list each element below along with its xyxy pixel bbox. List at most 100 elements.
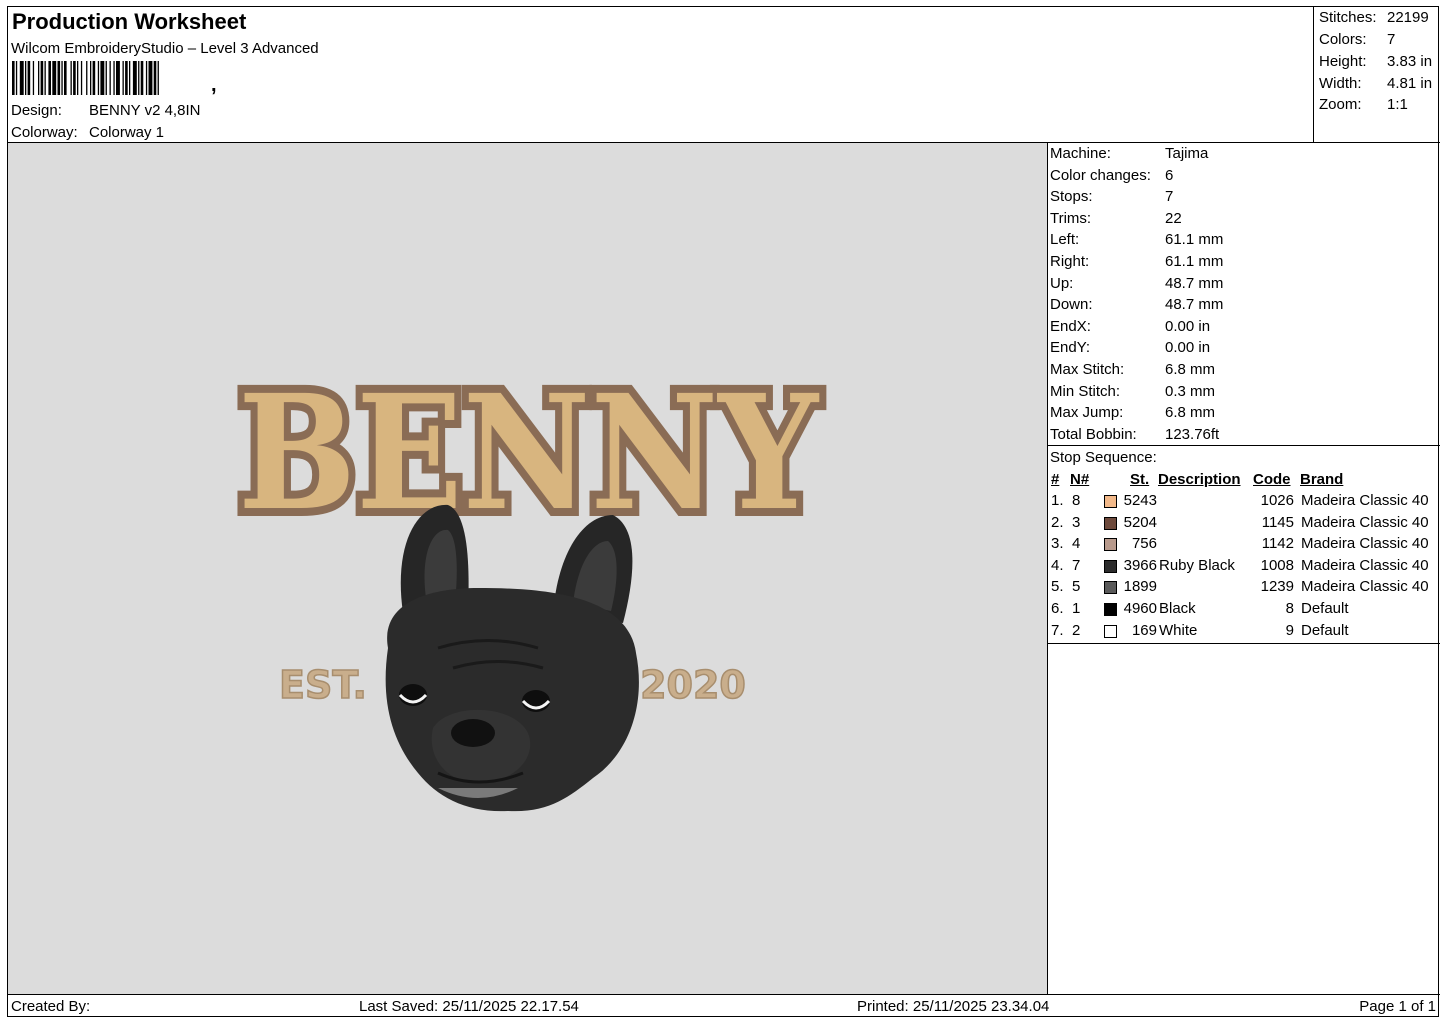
summary-value: 1:1: [1387, 96, 1408, 113]
detail-label: Stops:: [1050, 188, 1093, 206]
detail-row: EndY: 0.00 in: [1050, 339, 1210, 356]
colorway-label: Colorway:: [11, 124, 78, 141]
summary-value: 3.83 in: [1387, 53, 1433, 70]
design-label: Design:: [11, 102, 62, 119]
colorway-value: Colorway 1: [89, 124, 165, 141]
stop-number: 5.: [1051, 578, 1064, 596]
summary-label: Stitches:: [1319, 9, 1377, 26]
detail-value: 123.76ft: [1165, 425, 1220, 443]
year-text: 2020: [640, 663, 746, 707]
color-swatch: [1104, 581, 1117, 595]
detail-label: Machine:: [1050, 145, 1111, 162]
detail-row: Max Stitch: 6.8 mm: [1050, 361, 1215, 378]
created-by: Created By:: [11, 998, 91, 1015]
color-swatch: [1104, 603, 1117, 616]
detail-label: Min Stitch:: [1050, 382, 1121, 400]
stop-number: 1.: [1051, 492, 1064, 509]
detail-row: Machine: Tajima: [1050, 145, 1208, 162]
summary-label: Width:: [1319, 75, 1362, 92]
detail-label: EndX:: [1050, 317, 1091, 335]
stitch-count: 1899: [1123, 578, 1157, 596]
detail-row: Down: 48.7 mm: [1050, 296, 1223, 313]
thread-code: 8: [1285, 600, 1294, 617]
summary-value: 4.81 in: [1387, 75, 1433, 92]
thread-code: 1239: [1260, 578, 1294, 596]
thread-code: 1145: [1261, 513, 1294, 531]
software-name: Wilcom EmbroideryStudio – Level 3 Advanc…: [11, 40, 319, 57]
stop-row: 7. 2 169 White 9 Default: [1048, 622, 1440, 644]
stitch-count: 5204: [1123, 513, 1157, 531]
detail-label: Max Jump:: [1050, 404, 1124, 422]
page-title: Production Worksheet: [12, 9, 247, 34]
detail-row: Stops: 7: [1050, 188, 1173, 205]
stitch-count: 4960: [1123, 600, 1157, 617]
detail-value: 48.7 mm: [1165, 274, 1224, 292]
detail-value: Tajima: [1165, 145, 1209, 162]
stop-row: 4. 7 3966 Ruby Black 1008 Madeira Classic 40: [1048, 557, 1440, 579]
production-worksheet: Production Worksheet Wilcom EmbroiderySt…: [7, 6, 1440, 1018]
thread-code: 1008: [1260, 556, 1294, 574]
thread-brand: Madeira Classic 40: [1301, 513, 1429, 531]
page-number: Page 1 of 1: [1359, 998, 1436, 1015]
stitch-count: 169: [1131, 621, 1157, 639]
color-swatch: [1104, 495, 1117, 508]
stitch-count: 3966: [1123, 556, 1157, 574]
needle-number: 2: [1072, 621, 1081, 639]
detail-value: 61.1 mm: [1165, 231, 1224, 249]
detail-label: Color changes:: [1050, 166, 1151, 184]
detail-label: Up:: [1050, 274, 1074, 292]
detail-row: Up: 48.7 mm: [1050, 275, 1223, 292]
detail-label: EndY:: [1050, 339, 1091, 357]
stop-number: 2.: [1051, 513, 1064, 531]
color-swatch: [1104, 624, 1117, 638]
thread-code: 9: [1285, 621, 1294, 639]
needle-number: 7: [1072, 556, 1081, 574]
design-row: Design: BENNY v2 4,8IN: [11, 102, 200, 119]
stop-number: 4.: [1051, 556, 1064, 574]
stop-sequence-title: Stop Sequence:: [1050, 449, 1157, 466]
name-lettering: BENNY BENNY: [230, 353, 828, 554]
detail-row: Color changes: 6: [1050, 167, 1173, 184]
colorway-row: Colorway: Colorway 1: [11, 124, 164, 141]
stop-row: 5. 5 1899 1239 Madeira Classic 40: [1048, 578, 1440, 600]
worksheet-header: Production Worksheet Wilcom EmbroiderySt…: [8, 7, 1314, 143]
summary-row: Height: 3.83 in: [1319, 53, 1439, 70]
nose: [451, 719, 495, 747]
machine-details-panel: Machine: Tajima Color changes: 6 Stops: 7 Trim…: [1048, 143, 1440, 446]
detail-row: Max Jump: 6.8 mm: [1050, 404, 1215, 421]
stop-number: 6.: [1051, 600, 1064, 617]
thread-description: Black: [1159, 600, 1196, 617]
svg-text:,: ,: [211, 74, 217, 95]
detail-row: Left: 61.1 mm: [1050, 231, 1223, 248]
detail-row: Total Bobbin: 123.76ft: [1050, 426, 1219, 443]
detail-row: Right: 61.1 mm: [1050, 253, 1223, 270]
stop-number: 7.: [1051, 621, 1064, 639]
summary-row: Zoom: 1:1: [1319, 96, 1439, 113]
detail-value: 6: [1165, 166, 1174, 184]
col-header-num: #: [1051, 471, 1060, 488]
barcode-image: ,: [12, 61, 217, 95]
detail-label: Total Bobbin:: [1050, 425, 1137, 443]
est-text: EST.: [279, 663, 367, 707]
thread-brand: Madeira Classic 40: [1301, 535, 1429, 553]
color-swatch: [1104, 516, 1117, 530]
col-header-description: Description: [1158, 471, 1241, 488]
printed-date: Printed: 25/11/2025 23.34.04: [857, 998, 1050, 1015]
detail-value: 6.8 mm: [1165, 361, 1216, 378]
detail-value: 0.00 in: [1165, 317, 1211, 335]
color-swatch: [1104, 538, 1117, 552]
stop-number: 3.: [1051, 535, 1064, 553]
needle-number: 5: [1072, 578, 1081, 596]
detail-label: Max Stitch:: [1050, 361, 1125, 378]
detail-label: Trims:: [1050, 209, 1092, 227]
thread-description: Ruby Black: [1159, 556, 1235, 574]
summary-panel: Stitches: 22199 Colors: 7 Height: 3.83 in W…: [1314, 7, 1440, 143]
thread-brand: Madeira Classic 40: [1301, 578, 1429, 596]
needle-number: 1: [1072, 600, 1081, 617]
stop-row: 1. 8 5243 1026 Madeira Classic 40: [1048, 492, 1440, 514]
detail-value: 6.8 mm: [1165, 404, 1216, 422]
name-fill: BENNY: [238, 361, 820, 546]
needle-number: 8: [1072, 492, 1081, 509]
worksheet-footer: Created By: Last Saved: 25/11/2025 22.17…: [8, 994, 1440, 1018]
col-header-needle: N#: [1070, 471, 1090, 488]
